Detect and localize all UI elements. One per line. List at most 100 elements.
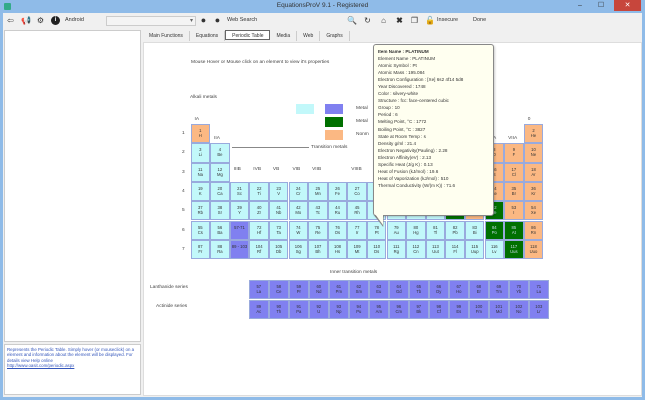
tab-periodic-table[interactable]: Periodic Table — [225, 30, 271, 40]
home-icon[interactable]: ⌂ — [379, 16, 388, 25]
element-cell[interactable]: 9F — [504, 143, 524, 163]
element-cell[interactable]: 89 Ac — [249, 299, 269, 319]
element-cell[interactable]: 86 Rn — [523, 220, 544, 240]
web-search-button[interactable]: Web Search — [227, 17, 257, 23]
element-cell[interactable]: 39 Y — [229, 201, 250, 221]
element-cell[interactable]: 102 No — [509, 299, 529, 319]
copy-icon[interactable]: ❐ — [410, 16, 419, 25]
element-cell[interactable]: 20 Ca — [210, 181, 230, 202]
element-cell[interactable]: 84 Po — [484, 220, 505, 240]
element-cell[interactable]: 37 Rb — [190, 201, 211, 221]
url-combobox[interactable]: ▾ — [106, 16, 196, 26]
element-cell[interactable]: 65 Tb — [409, 280, 429, 300]
element-cell[interactable]: 109 Mt — [347, 239, 367, 260]
tab-web[interactable]: Web — [297, 31, 321, 41]
element-cell[interactable]: 2 He — [523, 124, 544, 144]
tab-equations[interactable]: Equations — [190, 31, 226, 41]
element-cell[interactable]: 108 Hs — [327, 239, 348, 260]
settings-icon[interactable]: ⚙ — [36, 16, 45, 25]
element-cell[interactable]: 43 Tc — [308, 201, 328, 221]
element-cell[interactable]: 22 Ti — [249, 181, 269, 202]
element-cell[interactable]: 81 Tl — [425, 220, 446, 240]
help-link[interactable]: http://www.oasit.com/periodic.aspx — [7, 363, 138, 368]
element-cell[interactable]: 92 U — [309, 299, 329, 319]
element-cell[interactable]: 117 Uus — [504, 239, 524, 260]
element-cell[interactable]: 74 W — [288, 220, 309, 240]
megaphone-icon[interactable]: 📢 — [21, 16, 31, 25]
element-cell[interactable]: 62 Sm — [349, 280, 369, 300]
element-cell[interactable]: 3 Li — [190, 143, 211, 163]
element-cell[interactable]: 42 Mo — [288, 201, 309, 221]
element-cell[interactable]: 68 Er — [469, 280, 489, 300]
element-cell[interactable]: 36 Kr — [523, 181, 544, 202]
tab-media[interactable]: Media — [270, 31, 298, 41]
info-icon[interactable]: i — [51, 16, 60, 25]
element-cell[interactable]: 85 At — [504, 220, 524, 240]
element-cell[interactable]: 17 Cl — [504, 162, 524, 182]
back-circle-icon[interactable]: ● — [199, 16, 208, 25]
element-cell[interactable]: 101 Md — [489, 299, 509, 319]
element-cell[interactable]: 80 Hg — [406, 220, 426, 240]
element-cell[interactable]: 38 Sr — [210, 201, 230, 221]
element-cell[interactable]: 95 Am — [369, 299, 389, 319]
element-cell[interactable]: 11 Na — [190, 162, 211, 182]
element-cell[interactable]: 91 Pa — [289, 299, 309, 319]
element-cell[interactable]: 82 Pb — [445, 220, 465, 240]
element-cell[interactable]: 67 Ho — [449, 280, 469, 300]
element-cell[interactable]: 71 Lu — [529, 280, 549, 300]
element-cell[interactable]: 89 - 103 — [229, 239, 250, 260]
element-cell[interactable]: 97 Bk — [409, 299, 429, 319]
element-cell[interactable]: 100 Fm — [469, 299, 489, 319]
element-cell[interactable]: 73 Ta — [268, 220, 289, 240]
element-cell[interactable]: 99 Es — [449, 299, 469, 319]
forward-circle-icon[interactable]: ● — [213, 16, 222, 25]
element-cell[interactable]: 63 Eu — [369, 280, 389, 300]
element-cell[interactable]: 112 Cn — [406, 239, 426, 260]
stop-icon[interactable]: ✖ — [395, 16, 404, 25]
element-cell[interactable]: 111 Rg — [386, 239, 407, 260]
element-cell[interactable]: 79 Au — [386, 220, 407, 240]
element-cell[interactable]: 76 Os — [327, 220, 348, 240]
element-cell[interactable]: 116 Lv — [484, 239, 505, 260]
back-icon[interactable]: ⇦ — [6, 16, 15, 25]
element-cell[interactable]: 35 Br — [504, 181, 524, 202]
element-cell[interactable]: 23 V — [268, 181, 289, 202]
element-cell[interactable]: 40 Zr — [249, 201, 269, 221]
element-cell[interactable]: 1H — [190, 124, 211, 144]
element-cell[interactable]: 83 Bi — [464, 220, 485, 240]
element-cell[interactable]: 44 Ru — [327, 201, 348, 221]
element-cell[interactable]: 104 Rf — [249, 239, 269, 260]
element-cell[interactable]: 106 Sg — [288, 239, 309, 260]
element-cell[interactable]: 77 Ir — [347, 220, 367, 240]
element-cell[interactable]: 113 Uut — [425, 239, 446, 260]
element-cell[interactable]: 69 Tm — [489, 280, 509, 300]
element-cell[interactable]: 55 Cs — [190, 220, 211, 240]
element-cell[interactable]: 94 Pu — [349, 299, 369, 319]
element-cell[interactable]: 105 Db — [268, 239, 289, 260]
element-cell[interactable]: 87 Fr — [190, 239, 211, 260]
maximize-button[interactable]: ☐ — [591, 0, 611, 11]
close-button[interactable]: ✕ — [614, 0, 641, 11]
element-cell[interactable]: 64 Gd — [389, 280, 409, 300]
element-cell[interactable]: 98 Cf — [429, 299, 449, 319]
minimize-button[interactable]: – — [570, 0, 590, 11]
element-cell[interactable]: 60 Nd — [309, 280, 329, 300]
element-cell[interactable]: 114 Fl — [445, 239, 465, 260]
element-cell[interactable]: 90 Th — [269, 299, 289, 319]
element-cell[interactable]: 70 Yb — [509, 280, 529, 300]
element-cell[interactable]: 93 Np — [329, 299, 349, 319]
element-cell[interactable]: 57 La — [249, 280, 269, 300]
lock-icon[interactable]: 🔓 — [425, 16, 435, 25]
tab-graphs[interactable]: Graphs — [320, 31, 350, 41]
element-cell[interactable]: 59 Pr — [289, 280, 309, 300]
element-cell[interactable]: 53 I — [504, 201, 524, 221]
element-cell[interactable]: 88 Ra — [210, 239, 230, 260]
element-cell[interactable]: 96 Cm — [389, 299, 409, 319]
element-cell[interactable]: 115 Uup — [464, 239, 485, 260]
element-cell[interactable]: 27 Co — [347, 181, 367, 202]
element-cell[interactable]: 10 Ne — [523, 143, 544, 163]
tab-main-functions[interactable]: Main Functions — [143, 31, 190, 41]
element-cell[interactable]: 57-71 — [229, 220, 250, 240]
element-cell[interactable]: 12 Mg — [210, 162, 230, 182]
search-icon[interactable]: 🔍 — [347, 16, 357, 25]
